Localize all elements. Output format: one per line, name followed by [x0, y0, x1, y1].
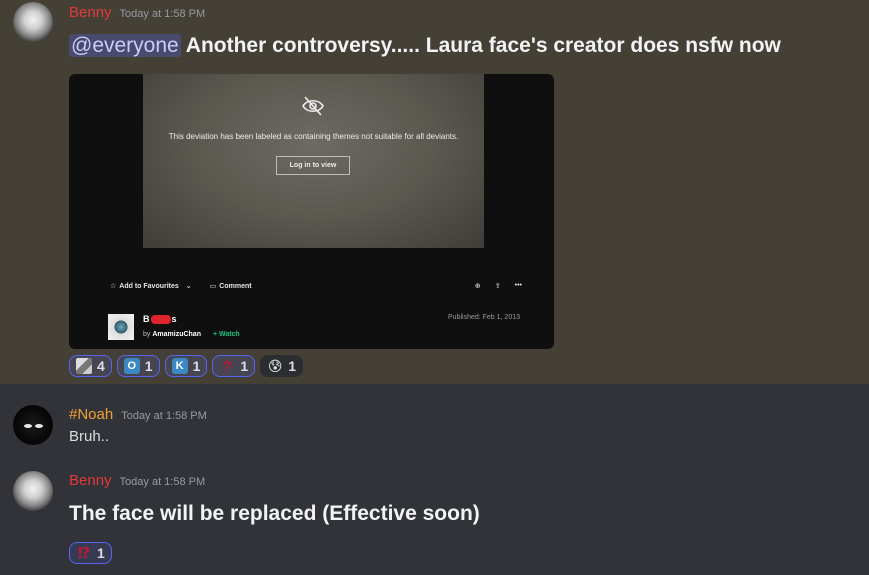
reaction-anxious-face[interactable]: 😰 1 — [260, 355, 303, 377]
reaction-count: 1 — [97, 545, 105, 561]
message-benny-1: Benny Today at 1:58 PM @everyone Another… — [0, 0, 869, 384]
timestamp: Today at 1:58 PM — [121, 410, 207, 422]
chevron-down-icon: ⌄ — [185, 283, 192, 290]
reaction-count: 1 — [288, 358, 296, 374]
by-label: by — [143, 331, 151, 338]
reaction-count: 4 — [97, 358, 105, 374]
eye-off-icon — [302, 96, 324, 116]
reactions-bar: 4 O 1 K 1 ? 1 😰 1 — [69, 355, 303, 377]
message-noah: #Noah Today at 1:58 PM Bruh.. — [0, 384, 869, 460]
custom-pixel-emoji-icon — [76, 358, 92, 374]
timestamp: Today at 1:58 PM — [119, 8, 206, 20]
watch-button[interactable]: + Watch — [213, 331, 240, 338]
regional-o-icon: O — [123, 358, 140, 374]
avatar-eye — [24, 424, 32, 428]
question-mark-icon: ? — [222, 357, 232, 375]
favourite-label: Add to Favourites — [119, 282, 179, 290]
reaction-count: 1 — [144, 358, 153, 374]
title-end: s — [171, 314, 177, 324]
embed-action-bar: ☆ Add to Favourites ⌄ ▭ Comment ⊕ ⇪ ••• — [110, 279, 522, 293]
login-button[interactable]: Log in to view — [276, 156, 350, 175]
username[interactable]: Benny — [69, 472, 112, 489]
reaction-regional-k[interactable]: K 1 — [164, 355, 208, 377]
reaction-count: 1 — [240, 358, 249, 374]
reaction-question[interactable]: ? 1 — [212, 355, 256, 377]
artist-name[interactable]: AmamizuChan — [152, 331, 201, 338]
more-icon[interactable]: ••• — [515, 282, 522, 290]
everyone-mention[interactable]: @everyone — [69, 34, 181, 57]
mature-notice: This deviation has been labeled as conta… — [168, 132, 459, 141]
reactions-bar: ⁉ 1 — [69, 542, 112, 564]
add-to-favourites-button[interactable]: ☆ Add to Favourites ⌄ — [110, 282, 192, 291]
artwork-title: B s — [143, 314, 177, 324]
blurred-preview: This deviation has been labeled as conta… — [143, 74, 484, 248]
message-text: @everyone Another controversy..... Laura… — [69, 34, 781, 58]
reaction-custom-pixel[interactable]: 4 — [69, 355, 112, 377]
anxious-face-icon: 😰 — [267, 357, 283, 374]
regional-k-icon: K — [171, 358, 188, 374]
star-icon: ☆ — [110, 283, 117, 290]
username[interactable]: Benny — [69, 4, 112, 21]
avatar[interactable] — [13, 471, 53, 511]
reaction-interrobang[interactable]: ⁉ 1 — [69, 542, 112, 564]
message-benny-2: Benny Today at 1:58 PM The face will be … — [0, 460, 869, 575]
message-text: The face will be replaced (Effective soo… — [69, 502, 480, 525]
interrobang-icon: ⁉ — [77, 545, 91, 562]
share-icon[interactable]: ⇪ — [495, 282, 501, 290]
avatar[interactable] — [13, 405, 53, 445]
timestamp: Today at 1:58 PM — [119, 476, 206, 488]
message-text: Bruh.. — [69, 428, 110, 445]
redaction-mark — [150, 314, 171, 324]
title-start: B — [143, 314, 150, 324]
avatar-eye — [35, 424, 43, 428]
reaction-count: 1 — [192, 358, 201, 374]
reaction-regional-o[interactable]: O 1 — [116, 355, 160, 377]
image-embed[interactable]: This deviation has been labeled as conta… — [69, 74, 554, 349]
avatar[interactable] — [13, 2, 53, 42]
comment-icon: ▭ — [209, 283, 217, 290]
comment-label: Comment — [219, 282, 252, 290]
artwork-thumbnail — [108, 314, 134, 340]
badge-icon[interactable]: ⊕ — [475, 282, 481, 290]
artist-line: by AmamizuChan + Watch — [143, 331, 240, 338]
comment-button[interactable]: ▭ Comment — [209, 282, 252, 291]
message-body: Another controversy..... Laura face's cr… — [185, 34, 781, 57]
published-date: Published: Feb 1, 2013 — [448, 314, 520, 321]
username[interactable]: #Noah — [69, 406, 113, 423]
